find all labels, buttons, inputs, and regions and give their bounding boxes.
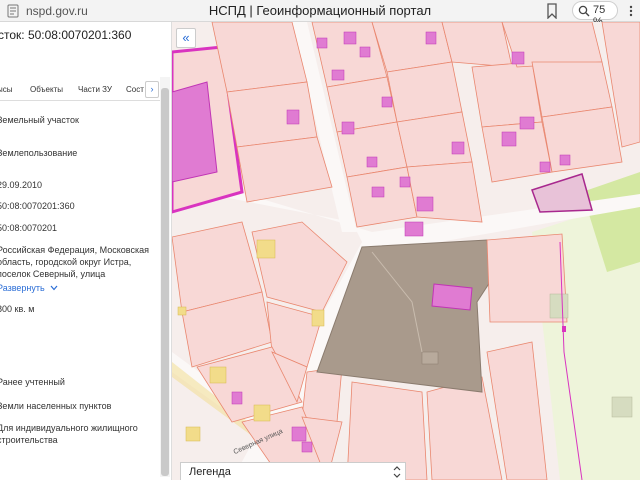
parcel-top-2 [226,81,318,148]
map-area[interactable]: Северная улица [172,22,640,480]
building-15 [519,116,535,130]
zoom-button[interactable]: 75 % [572,1,618,28]
building-3 [359,46,371,58]
selected-parcel-outbuilding [421,351,439,365]
field-empty-3: - [0,455,157,467]
building-10 [399,176,411,188]
tabs-next-button[interactable]: › [145,81,159,98]
building-6 [381,96,393,108]
yellow-structure-6 [177,306,187,316]
yellow-structure-1 [256,239,276,259]
tab-bar: ысы Объекты Части ЗУ Сост [0,82,160,100]
more-icon[interactable] [626,5,636,17]
gray-structure-1 [549,293,569,319]
parcel-top-1 [211,22,308,93]
collapse-panel-button[interactable]: « [176,28,196,48]
field-permitted-use-line-2: строительства [0,435,58,445]
building-18 [559,154,571,166]
parcel-top-10 [396,111,473,168]
tab-composition[interactable]: Сост [126,85,144,94]
building-11 [416,196,434,212]
building-19 [286,109,300,125]
panel-title: сток: 50:08:0070201:360 [0,28,132,42]
boundary-marker [562,326,566,332]
info-panel: сток: 50:08:0070201:360 ысы Объекты Част… [0,22,172,480]
zoom-icon [578,5,590,17]
expand-link[interactable]: Развернуть [0,282,157,294]
parcel-lower-7 [301,366,343,423]
legend-label: Легенда [189,466,231,478]
building-22 [301,441,313,453]
building-14 [511,51,525,65]
building-7 [341,121,355,135]
yellow-structure-2 [311,309,325,327]
building-2 [343,31,357,45]
legend-bar[interactable]: Легенда [180,462,406,480]
field-date: 29.09.2010 [0,180,43,190]
tab-attributes[interactable]: ысы [0,85,13,94]
page-title: НСПД | Геоинформационный портал [208,3,432,18]
gray-structure-2 [611,396,633,418]
bookmark-icon[interactable] [546,3,558,19]
building-9 [371,186,385,198]
parcel-top-11 [406,161,483,223]
expand-collapse-icon[interactable] [393,466,401,478]
building-17 [539,161,551,173]
field-address-line-3: поселок Северный, улица [0,269,106,279]
building-1 [316,37,328,49]
building-16 [501,131,517,147]
browser-bar: nspd.gov.ru НСПД | Геоинформационный пор… [0,0,640,28]
chevron-down-icon [50,285,58,291]
field-land-category: Земли населенных пунктов [0,401,112,411]
expand-link-label: Развернуть [0,283,45,293]
cadastral-map[interactable]: Северная улица [172,22,640,480]
building-4 [331,69,345,81]
yellow-structure-5 [185,426,201,442]
building-20 [231,391,243,405]
tab-objects[interactable]: Объекты [30,85,63,94]
field-address-line-2: область, городской округ Истра, [0,257,132,267]
parcel-top-3 [236,136,333,203]
parcel-top-9 [386,61,463,123]
parcel-top-17 [541,106,623,173]
field-cadastral-quarter: 50:08:0070201 [0,223,58,233]
field-subtype: Землепользование [0,148,78,158]
parcel-top-14 [481,121,553,183]
highlighted-parcel [531,173,593,213]
building-8 [366,156,378,168]
field-permitted-use-line-1: Для индивидуального жилищного [0,423,138,433]
panel-scrollbar-thumb[interactable] [161,88,169,476]
building-21 [291,426,307,442]
parcel-lower-11 [426,376,503,480]
building-5 [425,31,437,45]
selected-parcel-house [431,283,473,311]
building-12 [404,221,424,237]
field-status: Ранее учтенный [0,377,65,387]
tabs-divider [0,100,160,101]
yellow-structure-3 [209,366,227,384]
field-empty-2: - [0,352,157,364]
field-cadastral-number: 50:08:0070201:360 [0,201,75,211]
field-empty-1: - [0,324,157,336]
field-area: 800 кв. м [0,304,35,314]
building-13 [451,141,465,155]
yellow-structure-4 [253,404,271,422]
tab-parts[interactable]: Части ЗУ [78,85,112,94]
parcel-top-12 [441,22,513,68]
field-object-type: Земельный участок [0,115,79,125]
field-address-line-1: Российская Федерация, Московская [0,245,149,255]
